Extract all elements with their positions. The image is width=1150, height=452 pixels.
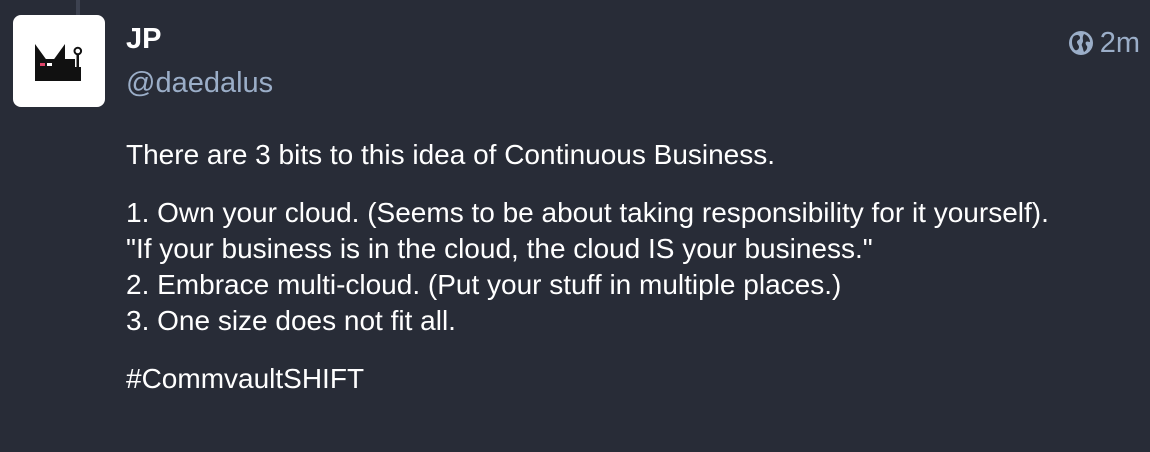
cat-robot-avatar-icon (35, 44, 83, 81)
hashtag-paragraph: #CommvaultSHIFT (126, 361, 1141, 397)
content-paragraph: There are 3 bits to this idea of Continu… (126, 139, 776, 170)
status-meta[interactable]: 2m (1068, 26, 1140, 60)
display-name[interactable]: JP (126, 22, 161, 56)
list-line: 2. Embrace multi-cloud. (Put your stuff … (126, 269, 842, 300)
list-line: "If your business is in the cloud, the c… (126, 233, 873, 264)
list-line: 1. Own your cloud. (Seems to be about ta… (126, 197, 1049, 228)
content-list-paragraph: 1. Own your cloud. (Seems to be about ta… (126, 195, 1141, 339)
thread-connector-line (76, 0, 80, 15)
status-content: There are 3 bits to this idea of Continu… (126, 137, 1141, 419)
hashtag-link[interactable]: #CommvaultSHIFT (126, 363, 364, 394)
account-handle[interactable]: @daedalus (126, 66, 273, 100)
avatar[interactable] (13, 15, 105, 107)
globe-icon (1068, 30, 1094, 56)
list-line: 3. One size does not fit all. (126, 305, 456, 336)
relative-timestamp[interactable]: 2m (1100, 26, 1140, 60)
